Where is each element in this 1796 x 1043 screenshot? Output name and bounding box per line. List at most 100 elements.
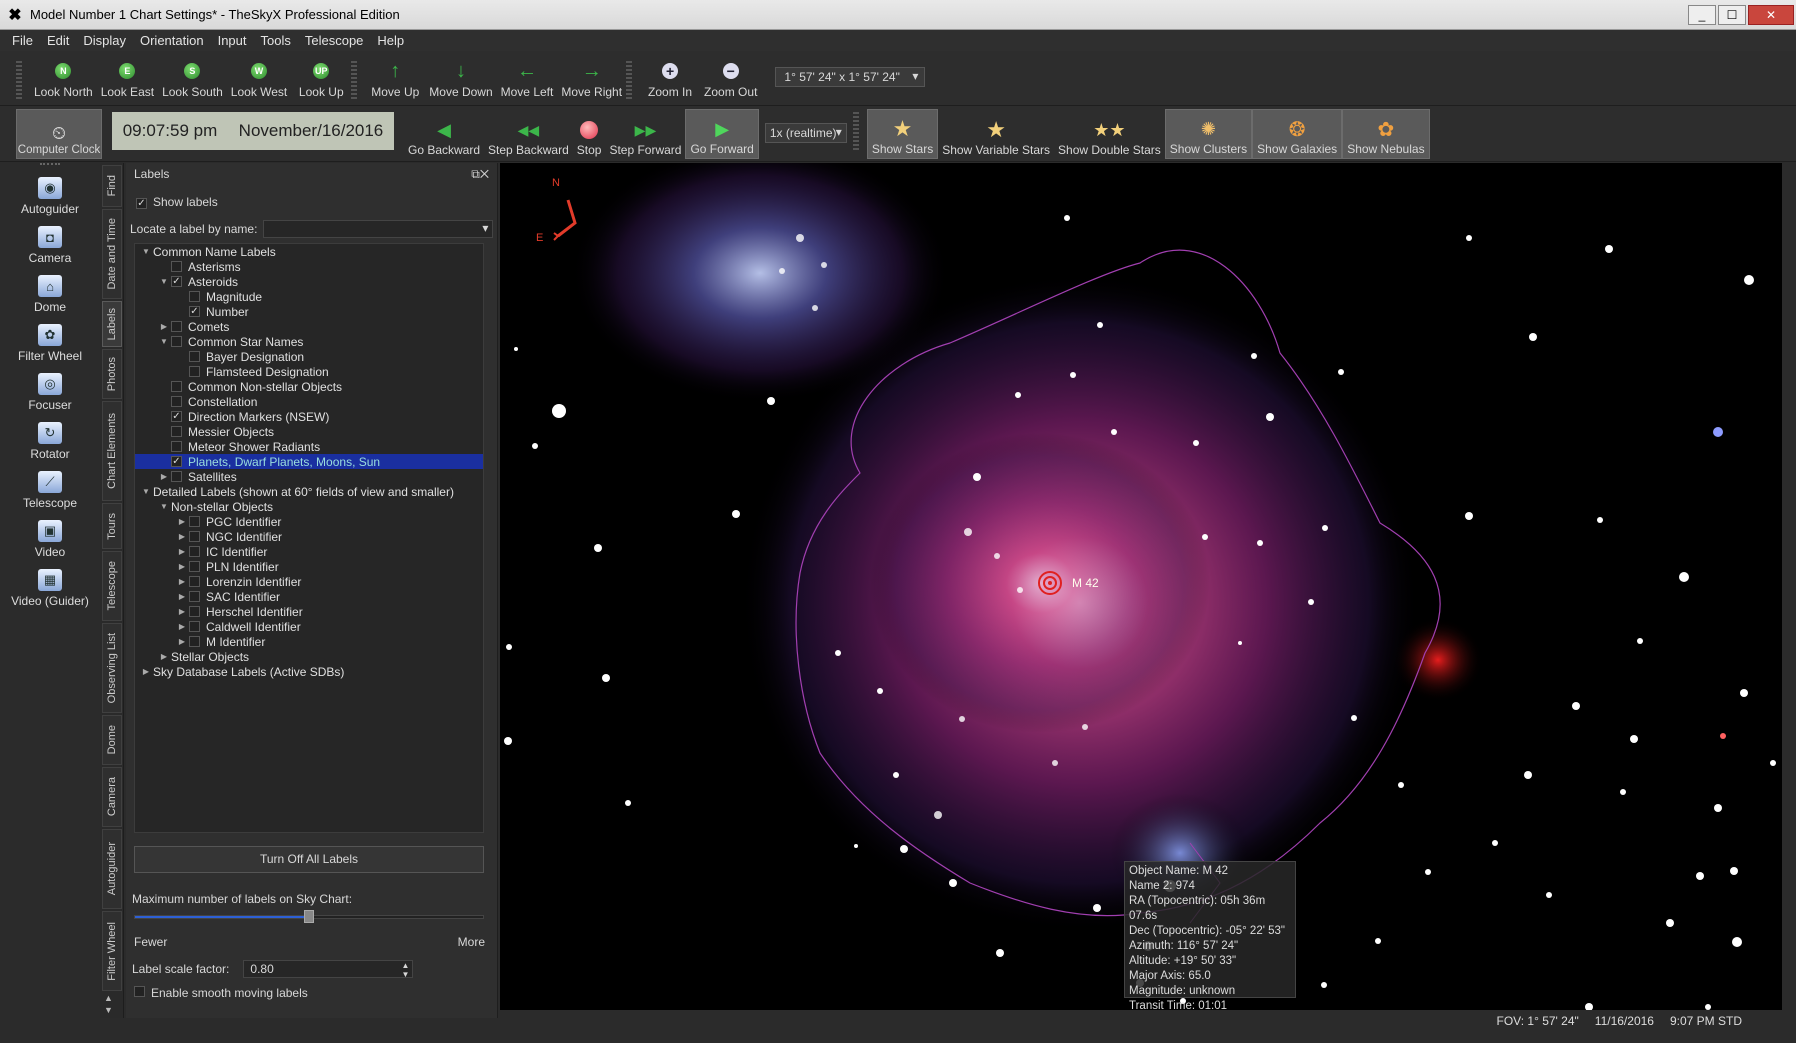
menu-help[interactable]: Help — [377, 33, 404, 48]
show-variable-stars-button[interactable]: ★ Show Variable Stars — [938, 109, 1054, 159]
computer-clock-button[interactable]: ⏲ Computer Clock — [16, 109, 102, 159]
tree-item[interactable]: Magnitude — [135, 289, 483, 304]
label-scale-spinbox[interactable]: 0.80 ▲ ▼ — [243, 960, 414, 979]
max-labels-slider[interactable] — [134, 910, 484, 923]
toolbar-grip[interactable] — [351, 61, 358, 101]
menu-edit[interactable]: Edit — [47, 33, 69, 48]
tree-item[interactable]: ▶ M Identifier — [135, 634, 483, 649]
expand-down-icon[interactable]: ▼ — [157, 337, 171, 346]
look-west-button[interactable]: W Look West — [231, 51, 287, 99]
tree-checkbox[interactable] — [171, 441, 182, 452]
tree-checkbox[interactable] — [171, 261, 182, 272]
tab-chart-elements[interactable]: Chart Elements — [102, 401, 122, 501]
show-nebulas-button[interactable]: ✿ Show Nebulas — [1342, 109, 1430, 159]
expand-right-icon[interactable]: ▶ — [175, 622, 189, 631]
tree-item[interactable]: ▶ IC Identifier — [135, 544, 483, 559]
m42-label[interactable]: M 42 — [1072, 576, 1099, 590]
spin-arrows-icon[interactable]: ▲ ▼ — [401, 961, 409, 979]
expand-right-icon[interactable]: ▶ — [157, 322, 171, 331]
telescope-button[interactable]: ⟋ Telescope — [0, 471, 100, 510]
tree-checkbox[interactable] — [189, 546, 200, 557]
move-right-button[interactable]: → Move Right — [561, 51, 622, 99]
tree-item[interactable]: Flamsteed Designation — [135, 364, 483, 379]
expand-right-icon[interactable]: ▶ — [175, 577, 189, 586]
tree-item[interactable]: Asterisms — [135, 259, 483, 274]
look-south-button[interactable]: S Look South — [162, 51, 223, 99]
tree-item[interactable]: ▶ PLN Identifier — [135, 559, 483, 574]
tree-item[interactable]: ▶ PGC Identifier — [135, 514, 483, 529]
filter-wheel-button[interactable]: ✿ Filter Wheel — [0, 324, 100, 363]
menu-input[interactable]: Input — [218, 33, 247, 48]
tree-checkbox[interactable]: ✓ — [171, 276, 182, 287]
tab-observing-list[interactable]: Observing List — [102, 623, 122, 713]
move-down-button[interactable]: ↓ Move Down — [429, 51, 492, 99]
expand-right-icon[interactable]: ▶ — [175, 637, 189, 646]
tree-item[interactable]: ▶ Caldwell Identifier — [135, 619, 483, 634]
expand-right-icon[interactable]: ▶ — [175, 517, 189, 526]
tree-checkbox[interactable] — [171, 321, 182, 332]
expand-down-icon[interactable]: ▼ — [157, 502, 171, 511]
tree-item[interactable]: ▼ Common Name Labels — [135, 244, 483, 259]
tree-checkbox[interactable]: ✓ — [171, 456, 182, 467]
dome-button[interactable]: ⌂ Dome — [0, 275, 100, 314]
close-button[interactable]: ✕ — [1748, 4, 1794, 25]
tree-checkbox[interactable] — [189, 516, 200, 527]
move-up-button[interactable]: ↑ Move Up — [369, 51, 421, 99]
move-left-button[interactable]: ← Move Left — [501, 51, 554, 99]
expand-down-icon[interactable]: ▼ — [139, 247, 153, 256]
tree-checkbox[interactable] — [189, 351, 200, 362]
tree-item[interactable]: ▶ Comets — [135, 319, 483, 334]
tab-photos[interactable]: Photos — [102, 349, 122, 399]
expand-down-icon[interactable]: ▼ — [157, 277, 171, 286]
tree-checkbox[interactable] — [189, 366, 200, 377]
camera-button[interactable]: ◘ Camera — [0, 226, 100, 265]
tree-item[interactable]: ▶ Herschel Identifier — [135, 604, 483, 619]
zoom-in-button[interactable]: + Zoom In — [644, 51, 696, 99]
menu-telescope[interactable]: Telescope — [305, 33, 364, 48]
tree-item[interactable]: ▼ Non-stellar Objects — [135, 499, 483, 514]
video-guider-button[interactable]: ▦ Video (Guider) — [0, 569, 100, 608]
go-backward-button[interactable]: ◀ Go Backward — [404, 109, 484, 159]
tree-checkbox[interactable] — [171, 471, 182, 482]
tab-dome[interactable]: Dome — [102, 715, 122, 765]
video-button[interactable]: ▣ Video — [0, 520, 100, 559]
tree-item[interactable]: ✓ Planets, Dwarf Planets, Moons, Sun — [135, 454, 483, 469]
date-time-display[interactable]: 09:07:59 pm November/16/2016 — [112, 112, 394, 150]
toolbar-grip[interactable] — [626, 61, 633, 101]
tree-item[interactable]: ▼ Common Star Names — [135, 334, 483, 349]
menu-tools[interactable]: Tools — [261, 33, 291, 48]
look-up-button[interactable]: UP Look Up — [295, 51, 347, 99]
panel-float-close-icon[interactable]: ⧉✕ — [471, 167, 489, 181]
toolbar-grip[interactable] — [852, 112, 859, 152]
expand-down-icon[interactable]: ▼ — [139, 487, 153, 496]
step-forward-button[interactable]: ▶▶ Step Forward — [605, 109, 685, 159]
show-labels-checkbox[interactable]: ✓ Show labels — [136, 195, 218, 209]
show-stars-button[interactable]: ★ Show Stars — [866, 109, 939, 159]
tree-item[interactable]: ▶ Lorenzin Identifier — [135, 574, 483, 589]
tree-checkbox[interactable] — [171, 426, 182, 437]
menu-orientation[interactable]: Orientation — [140, 33, 204, 48]
tab-scroll-down-icon[interactable]: ▼ — [104, 1005, 113, 1015]
show-double-stars-button[interactable]: ★★ Show Double Stars — [1054, 109, 1165, 159]
tree-item[interactable]: ▶ Sky Database Labels (Active SDBs) — [135, 664, 483, 679]
look-east-button[interactable]: E Look East — [101, 51, 154, 99]
menu-display[interactable]: Display — [83, 33, 126, 48]
tree-checkbox[interactable] — [171, 336, 182, 347]
toolbar-grip[interactable] — [16, 61, 22, 101]
tree-checkbox[interactable] — [189, 591, 200, 602]
tree-item[interactable]: ▼ Detailed Labels (shown at 60° fields of… — [135, 484, 483, 499]
expand-right-icon[interactable]: ▶ — [175, 592, 189, 601]
tab-telescope[interactable]: Telescope — [102, 551, 122, 621]
tab-scroll-up-icon[interactable]: ▲ — [104, 993, 113, 1003]
expand-right-icon[interactable]: ▶ — [175, 532, 189, 541]
go-forward-button[interactable]: ▶ Go Forward — [685, 109, 759, 159]
tree-checkbox[interactable] — [189, 291, 200, 302]
stop-button[interactable]: Stop — [573, 109, 606, 159]
tree-item[interactable]: ▶ Stellar Objects — [135, 649, 483, 664]
expand-right-icon[interactable]: ▶ — [175, 607, 189, 616]
tree-item[interactable]: ✓ Direction Markers (NSEW) — [135, 409, 483, 424]
tree-item[interactable]: Bayer Designation — [135, 349, 483, 364]
tree-item[interactable]: ✓ Number — [135, 304, 483, 319]
expand-right-icon[interactable]: ▶ — [175, 547, 189, 556]
tree-checkbox[interactable]: ✓ — [171, 411, 182, 422]
